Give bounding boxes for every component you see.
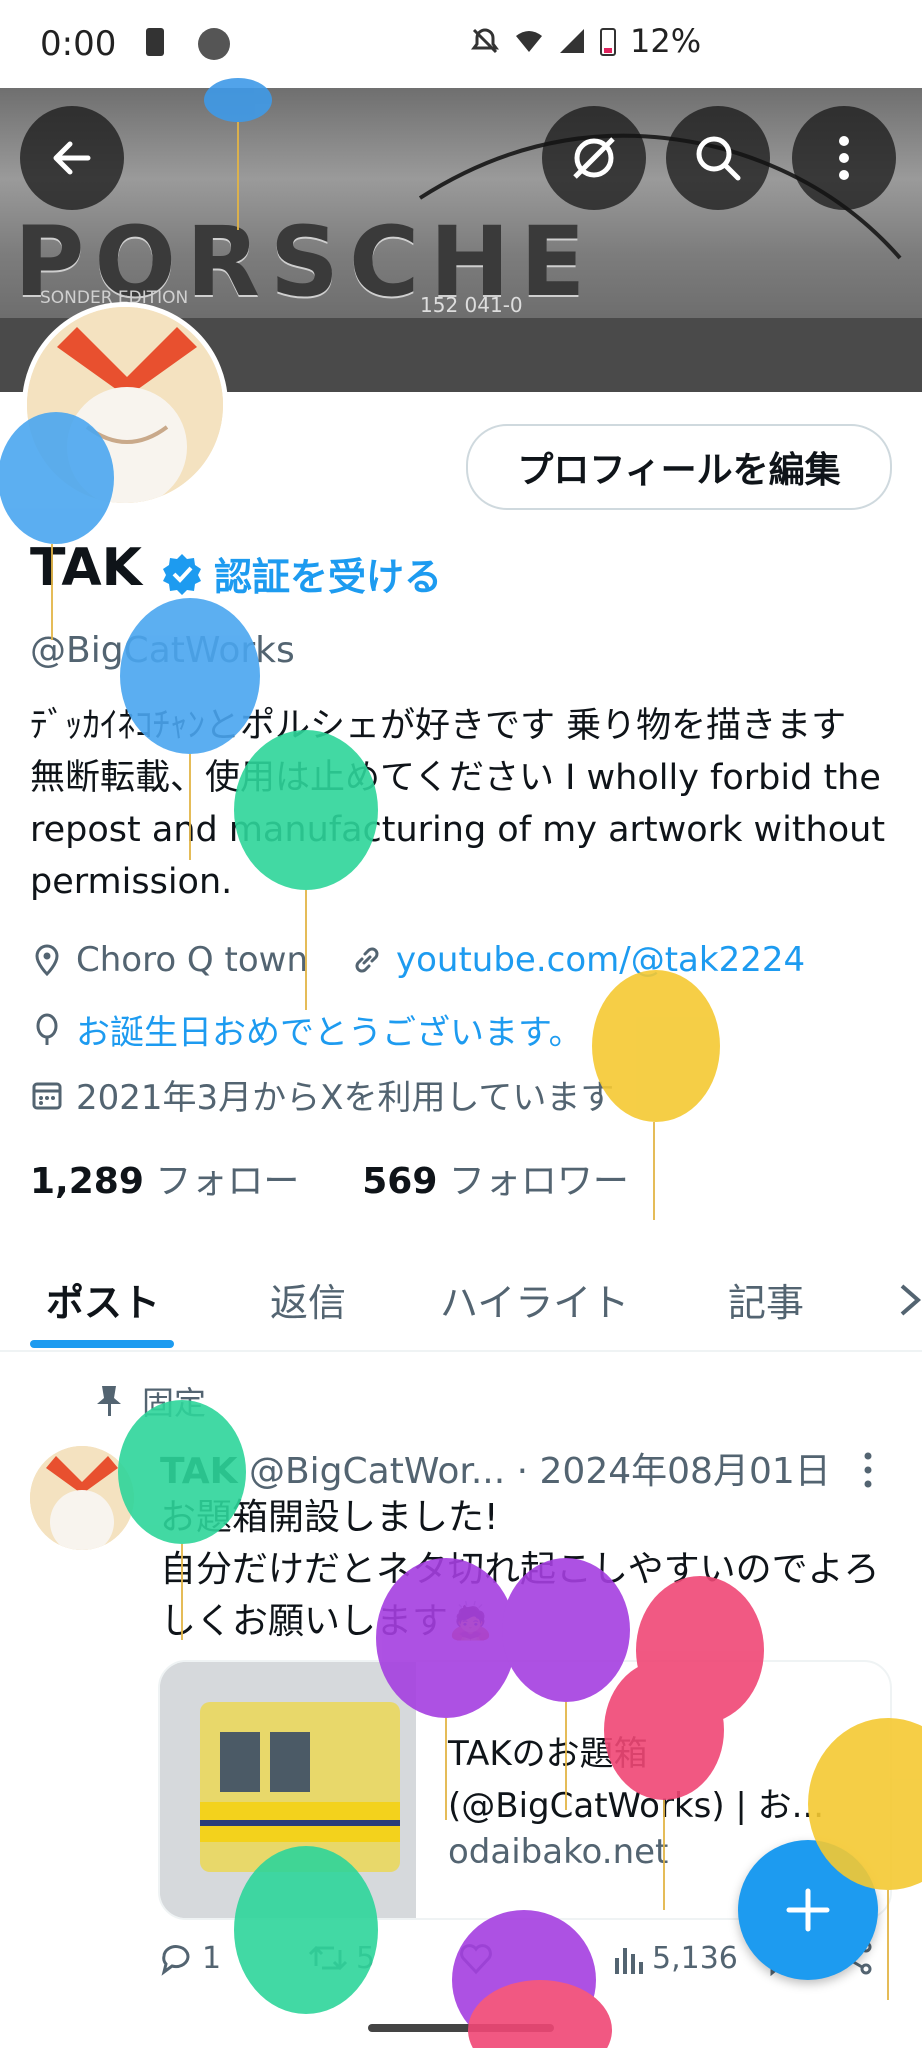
repost-count: 5: [356, 1940, 376, 1976]
balloon-icon: [36, 1013, 58, 1045]
active-tab-indicator: [30, 1340, 174, 1348]
followers-link[interactable]: 569 フォロワー: [362, 1161, 629, 1202]
repost-icon: [308, 1945, 348, 1971]
grok-button[interactable]: [542, 106, 646, 210]
followers-count: 569: [362, 1161, 438, 1202]
banner-number: 152 041-0: [420, 293, 523, 317]
edit-profile-button[interactable]: プロフィールを編集: [466, 424, 892, 510]
signal-icon: [560, 29, 584, 53]
chevron-right-icon[interactable]: [898, 1280, 922, 1320]
post-header: TAK @BigCatWor... · 2024年08月01日: [160, 1442, 831, 1494]
profile-name: TAK: [30, 538, 142, 598]
tab-highlights[interactable]: ハイライト: [440, 1272, 629, 1327]
post-line-2: 自分だけだとネタ切れ起こしやすいのでよろしくお願いします🙇: [160, 1549, 880, 1642]
card-title-line-2: (@BigCatWorks) | お...: [448, 1786, 825, 1826]
reply-action[interactable]: 1: [158, 1940, 221, 1976]
tab-posts[interactable]: ポスト: [46, 1272, 160, 1327]
post-avatar[interactable]: [30, 1446, 134, 1550]
post-line-1: お題箱開設しました!: [160, 1497, 499, 1538]
mute-icon: [471, 28, 499, 54]
reply-icon: [161, 1945, 190, 1976]
alert-icon: [146, 28, 164, 56]
follow-stats: 1,289 フォロー 569 フォロワー: [30, 1152, 629, 1204]
card-thumbnail: [160, 1662, 416, 1918]
plus-icon: [786, 1888, 830, 1932]
birthday-text: お誕生日おめでとうございます。: [76, 1013, 583, 1053]
website-row[interactable]: youtube.com/@tak2224: [350, 940, 805, 980]
tab-replies[interactable]: 返信: [270, 1272, 346, 1327]
card-title-line-1: TAKのお題箱: [448, 1734, 648, 1774]
battery-icon: [600, 28, 616, 56]
website-link[interactable]: youtube.com/@tak2224: [396, 940, 805, 980]
post-more-icon[interactable]: [860, 1450, 876, 1490]
more-button[interactable]: [792, 106, 896, 210]
calendar-icon: [32, 1082, 62, 1109]
grok-icon: [573, 137, 615, 179]
followers-label: フォロワー: [448, 1161, 629, 1202]
back-button[interactable]: [20, 106, 124, 210]
reply-count: 1: [202, 1940, 222, 1976]
location-row: Choro Q town: [30, 940, 308, 980]
link-icon: [355, 947, 379, 973]
compose-button[interactable]: [738, 1840, 878, 1980]
avatar-illustration: [27, 307, 223, 503]
search-button[interactable]: [666, 106, 770, 210]
status-bar: 0:00 12%: [0, 0, 922, 88]
status-right: 12%: [470, 22, 701, 60]
like-action[interactable]: [458, 1940, 494, 1976]
more-vertical-icon: [839, 136, 849, 180]
post-handle-date: @BigCatWor... · 2024年08月01日: [248, 1451, 831, 1492]
pin-icon: [97, 1386, 121, 1416]
following-link[interactable]: 1,289 フォロー: [30, 1161, 299, 1202]
train-image: [160, 1662, 416, 1918]
tab-articles[interactable]: 記事: [728, 1272, 804, 1327]
heart-icon: [460, 1944, 492, 1975]
pinned-label-row: 固定: [94, 1378, 206, 1424]
views-count: 5,136: [652, 1940, 738, 1976]
get-verified-label: 認証を受ける: [214, 555, 443, 599]
location-pin-icon: [35, 944, 59, 977]
balloon-pink-bottom: [468, 1980, 612, 2048]
views-icon: [615, 1948, 643, 1974]
post-author[interactable]: TAK: [160, 1451, 238, 1492]
search-icon: [696, 136, 741, 181]
birthday-row: お誕生日おめでとうございます。: [30, 1005, 583, 1054]
gesture-home-bar[interactable]: [368, 2024, 554, 2032]
location-text: Choro Q town: [76, 940, 308, 980]
profile-handle: @BigCatWorks: [30, 630, 295, 671]
status-time: 0:00: [40, 24, 117, 64]
following-count: 1,289: [30, 1161, 144, 1202]
post-body: お題箱開設しました! 自分だけだとネタ切れ起こしやすいのでよろしくお願いします🙇: [160, 1492, 900, 1648]
following-label: フォロー: [155, 1161, 300, 1202]
battery-percent: 12%: [630, 22, 702, 60]
joined-text: 2021年3月からXを利用しています: [76, 1078, 615, 1118]
wifi-icon: [516, 31, 542, 52]
verified-badge-icon: [163, 553, 201, 595]
profile-tabs: ポスト 返信 ハイライト 記事: [0, 1250, 922, 1352]
profile-avatar[interactable]: [22, 302, 228, 508]
views-action[interactable]: 5,136: [612, 1940, 738, 1976]
pinned-text: 固定: [142, 1384, 207, 1422]
post-avatar-illustration: [30, 1446, 134, 1550]
back-arrow-icon: [53, 141, 91, 175]
card-domain: odaibako.net: [448, 1832, 669, 1872]
aquos-icon: [198, 28, 230, 60]
get-verified-link[interactable]: 認証を受ける: [160, 546, 442, 601]
profile-bio: ﾃﾞｯｶｲﾈｺﾁｬﾝとポルシェが好きです 乗り物を描きます 無断転載、使用は止め…: [30, 706, 886, 902]
joined-row: 2021年3月からXを利用しています: [30, 1070, 614, 1119]
repost-action[interactable]: 5: [308, 1940, 375, 1976]
